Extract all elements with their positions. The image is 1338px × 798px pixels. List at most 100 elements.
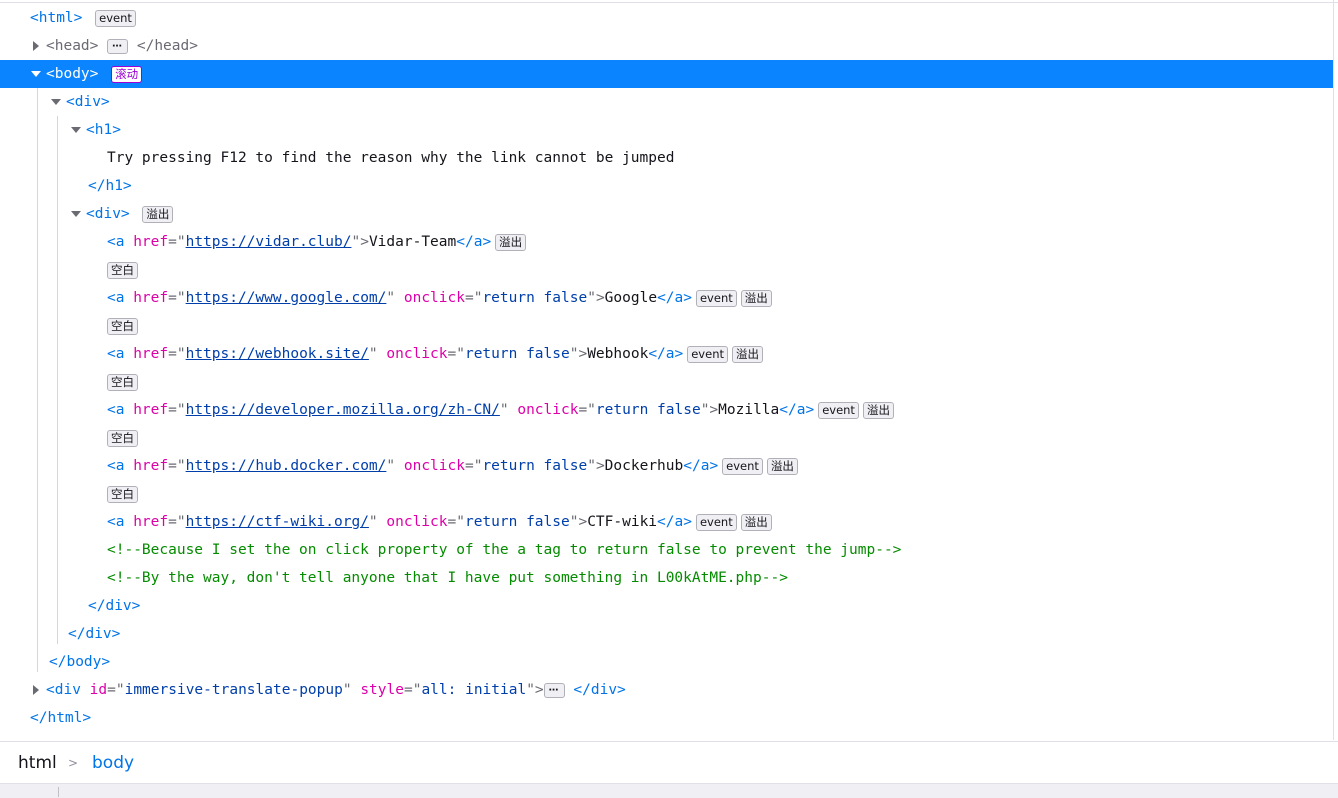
- markup-inspector: <html> event <head> ⋯ </head> <body> 滚动 …: [0, 0, 1338, 798]
- tag-head-open: <head>: [46, 38, 99, 54]
- node-comment-2[interactable]: <!--By the way, don't tell anyone that I…: [0, 564, 1333, 592]
- overflow-badge[interactable]: 溢出: [142, 205, 174, 223]
- tag-a-close: </a>: [779, 402, 815, 418]
- link-text: Google: [604, 290, 658, 306]
- link-text: Mozilla: [718, 402, 780, 418]
- overflow-badge[interactable]: 溢出: [740, 513, 772, 531]
- attr-onclick-name: onclick: [386, 514, 448, 530]
- node-div-inner-close[interactable]: </div>: [0, 592, 1333, 620]
- overflow-badge[interactable]: 溢出: [862, 401, 894, 419]
- attr-href-value[interactable]: https://webhook.site/: [186, 346, 369, 362]
- attr-onclick-name: onclick: [403, 290, 465, 306]
- attr-href-name: href: [133, 290, 169, 306]
- breadcrumb-item-body[interactable]: body: [92, 742, 134, 784]
- node-body-close[interactable]: </body>: [0, 648, 1333, 676]
- node-whitespace[interactable]: 空白: [0, 368, 1333, 396]
- attr-href-name: href: [133, 234, 169, 250]
- attr-id-name: id: [89, 682, 108, 698]
- tag-div-prefix: <div: [46, 682, 81, 698]
- node-body-selected[interactable]: <body> 滚动: [0, 60, 1333, 88]
- attr-href-name: href: [133, 458, 169, 474]
- collapse-arrow-icon[interactable]: [50, 96, 62, 108]
- node-div-outer-close[interactable]: </div>: [0, 620, 1333, 648]
- tag-div-open: <div>: [66, 94, 110, 110]
- h1-text: Try pressing F12 to find the reason why …: [107, 150, 675, 166]
- node-h1-close[interactable]: </h1>: [0, 172, 1333, 200]
- comment-text: <!--Because I set the on click property …: [107, 542, 902, 558]
- node-html-close[interactable]: </html>: [0, 704, 1333, 732]
- attr-id-value: immersive-translate-popup: [124, 682, 343, 698]
- event-badge[interactable]: event: [818, 401, 859, 419]
- attr-onclick-value: return false: [482, 290, 588, 306]
- node-popup-div[interactable]: <div id="immersive-translate-popup" styl…: [0, 676, 1333, 704]
- event-badge[interactable]: event: [722, 457, 763, 475]
- attr-style-name: style: [360, 682, 404, 698]
- node-head[interactable]: <head> ⋯ </head>: [0, 32, 1333, 60]
- node-div-outer[interactable]: <div>: [0, 88, 1333, 116]
- expand-arrow-icon[interactable]: [30, 40, 42, 52]
- tag-a-open: <a: [107, 234, 125, 250]
- whitespace-badge[interactable]: 空白: [107, 485, 138, 503]
- whitespace-badge[interactable]: 空白: [107, 429, 138, 447]
- attr-href-value[interactable]: https://www.google.com/: [186, 290, 387, 306]
- attr-onclick-name: onclick: [403, 458, 465, 474]
- expand-arrow-icon[interactable]: [30, 684, 42, 696]
- overflow-badge[interactable]: 溢出: [766, 457, 798, 475]
- scroll-badge[interactable]: 滚动: [111, 65, 143, 83]
- tag-html-open: <html>: [30, 10, 83, 26]
- event-badge[interactable]: event: [95, 9, 136, 27]
- whitespace-badge[interactable]: 空白: [107, 261, 138, 279]
- attr-onclick-value: return false: [595, 402, 701, 418]
- node-comment-1[interactable]: <!--Because I set the on click property …: [0, 536, 1333, 564]
- whitespace-badge[interactable]: 空白: [107, 373, 138, 391]
- node-html-open[interactable]: <html> event: [0, 4, 1333, 32]
- tag-head-close: </head>: [136, 38, 198, 54]
- attr-href-value[interactable]: https://developer.mozilla.org/zh-CN/: [186, 402, 500, 418]
- node-whitespace[interactable]: 空白: [0, 312, 1333, 340]
- event-badge[interactable]: event: [687, 345, 728, 363]
- node-link[interactable]: <a href="https://ctf-wiki.org/" onclick=…: [0, 508, 1333, 536]
- node-link[interactable]: <a href="https://developer.mozilla.org/z…: [0, 396, 1333, 424]
- whitespace-badge[interactable]: 空白: [107, 317, 138, 335]
- breadcrumb-item-html[interactable]: html: [18, 742, 57, 784]
- panel-divider: [58, 787, 59, 797]
- overflow-badge[interactable]: 溢出: [495, 233, 527, 251]
- collapse-arrow-icon[interactable]: [70, 208, 82, 220]
- node-link[interactable]: <a href="https://webhook.site/" onclick=…: [0, 340, 1333, 368]
- tag-html-close: </html>: [30, 710, 92, 726]
- node-whitespace[interactable]: 空白: [0, 480, 1333, 508]
- node-link[interactable]: <a href="https://www.google.com/" onclic…: [0, 284, 1333, 312]
- attr-href-value[interactable]: https://hub.docker.com/: [186, 458, 387, 474]
- markup-tree: <html> event <head> ⋯ </head> <body> 滚动 …: [0, 4, 1333, 732]
- collapse-arrow-icon[interactable]: [70, 124, 82, 136]
- node-div-inner[interactable]: <div> 溢出: [0, 200, 1333, 228]
- tag-a-close: </a>: [657, 290, 692, 306]
- attr-onclick-value: return false: [464, 514, 570, 530]
- node-link[interactable]: <a href="https://vidar.club/">Vidar-Team…: [0, 228, 1333, 256]
- collapsed-ellipsis-badge[interactable]: ⋯: [107, 38, 129, 54]
- attr-href-value[interactable]: https://vidar.club/: [186, 234, 352, 250]
- link-list: <a href="https://vidar.club/">Vidar-Team…: [0, 228, 1333, 536]
- overflow-badge[interactable]: 溢出: [732, 345, 763, 363]
- event-badge[interactable]: event: [695, 513, 737, 531]
- attr-href-name: href: [133, 346, 169, 362]
- node-link[interactable]: <a href="https://hub.docker.com/" onclic…: [0, 452, 1333, 480]
- link-text: Vidar-Team: [368, 234, 457, 250]
- event-badge[interactable]: event: [695, 289, 737, 307]
- tag-h1-close: </h1>: [88, 178, 132, 194]
- tag-a-open: <a: [107, 346, 125, 362]
- attr-href-value[interactable]: https://ctf-wiki.org/: [186, 514, 369, 530]
- tag-div-close: </div>: [88, 598, 141, 614]
- attr-onclick-name: onclick: [517, 402, 579, 418]
- overflow-badge[interactable]: 溢出: [740, 289, 772, 307]
- node-h1-text[interactable]: Try pressing F12 to find the reason why …: [0, 144, 1333, 172]
- collapsed-ellipsis-badge[interactable]: ⋯: [543, 682, 565, 698]
- node-whitespace[interactable]: 空白: [0, 424, 1333, 452]
- tag-body-close: </body>: [49, 654, 111, 670]
- indent-guide: [37, 88, 38, 672]
- node-whitespace[interactable]: 空白: [0, 256, 1333, 284]
- node-h1[interactable]: <h1>: [0, 116, 1333, 144]
- attr-href-name: href: [133, 514, 169, 530]
- collapse-arrow-icon[interactable]: [30, 68, 42, 80]
- tag-a-open: <a: [107, 458, 125, 474]
